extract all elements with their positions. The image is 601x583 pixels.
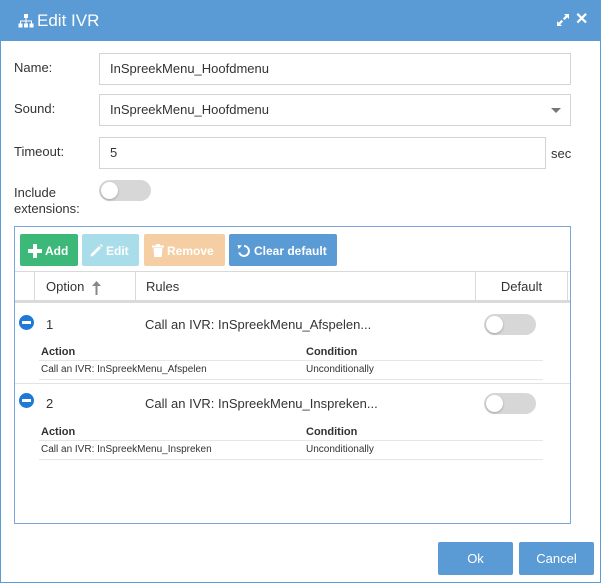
sitemap-icon [18,14,34,28]
remove-button[interactable]: Remove [144,234,225,266]
row-rules: Call an IVR: InSpreekMenu_Afspelen... [145,317,372,332]
dialog-titlebar: Edit IVR ✕ [1,1,600,41]
options-grid-panel: Add Edit Remove Clear default Option Rul… [14,226,571,524]
clear-default-button[interactable]: Clear default [229,234,337,266]
sound-select-value: InSpreekMenu_Hoofdmenu [110,102,269,117]
row-rules: Call an IVR: InSpreekMenu_Inspreken... [145,396,378,411]
close-icon[interactable]: ✕ [575,12,588,28]
rule-divider [39,459,543,460]
timeout-label: Timeout: [14,144,65,159]
column-header-default-label: Default [500,279,543,294]
edit-button-label: Edit [106,243,129,258]
rule-divider [39,360,543,361]
row-default-toggle[interactable] [484,393,536,414]
undo-icon [237,244,250,257]
add-button[interactable]: Add [20,234,78,266]
row-option: 2 [46,396,54,411]
ok-button[interactable]: Ok [438,542,513,575]
condition-header: Condition [306,426,358,438]
toggle-knob [486,316,503,333]
sound-select[interactable]: InSpreekMenu_Hoofdmenu [99,94,571,126]
table-row[interactable]: 1 Call an IVR: InSpreekMenu_Afspelen... … [15,303,570,383]
column-header-default[interactable]: Default [475,272,568,301]
rule-action: Call an IVR: InSpreekMenu_Inspreken [41,444,212,455]
rule-divider [39,379,543,380]
pencil-icon [90,244,103,257]
action-header: Action [41,346,76,358]
name-input[interactable]: InSpreekMenu_Hoofdmenu [99,53,571,85]
plus-icon [28,243,42,258]
trash-icon [152,244,164,258]
add-button-label: Add [45,243,69,258]
include-extensions-label-line1: Include [14,185,56,200]
edit-ivr-dialog: Edit IVR ✕ Name: InSpreekMenu_Hoofdmenu … [0,0,601,583]
cancel-button-label: Cancel [536,551,577,566]
column-header-option-label: Option [46,279,85,294]
edit-button[interactable]: Edit [82,234,139,266]
action-header: Action [41,426,76,438]
sound-label: Sound: [14,101,56,116]
name-input-value: InSpreekMenu_Hoofdmenu [110,61,269,76]
rule-condition: Unconditionally [306,444,374,455]
timeout-input[interactable]: 5 [99,137,546,169]
column-header-option[interactable]: Option [34,272,135,301]
cancel-button[interactable]: Cancel [519,542,594,575]
rule-action: Call an IVR: InSpreekMenu_Afspelen [41,364,207,375]
grid-header: Option Rules Default [15,271,570,303]
column-header-rules-label: Rules [146,279,180,294]
remove-row-icon[interactable] [19,393,34,408]
table-row[interactable]: 2 Call an IVR: InSpreekMenu_Inspreken...… [15,384,570,464]
rule-divider [39,440,543,441]
rule-condition: Unconditionally [306,364,374,375]
chevron-down-icon [551,108,561,113]
ok-button-label: Ok [467,551,484,566]
include-extensions-toggle[interactable] [99,180,151,201]
include-extensions-label: Include extensions: [14,185,80,217]
timeout-unit: sec [551,146,572,161]
clear-default-button-label: Clear default [254,243,327,258]
toggle-knob [486,395,503,412]
remove-row-icon[interactable] [19,315,34,330]
timeout-input-value: 5 [110,145,118,160]
row-default-toggle[interactable] [484,314,536,335]
row-option: 1 [46,317,54,332]
toggle-knob [101,182,118,199]
name-label: Name: [14,60,53,75]
column-header-rules[interactable]: Rules [135,272,475,301]
condition-header: Condition [306,346,358,358]
include-extensions-label-line2: extensions: [14,201,80,216]
maximize-icon[interactable] [557,14,569,26]
sort-ascending-icon [91,280,101,295]
remove-button-label: Remove [167,243,214,258]
dialog-title: Edit IVR [37,11,100,30]
